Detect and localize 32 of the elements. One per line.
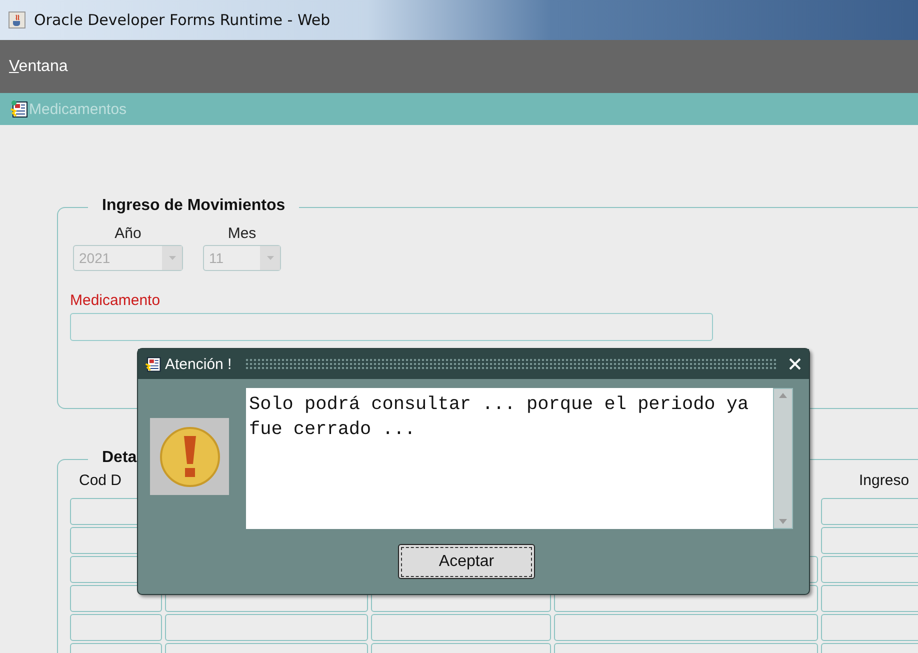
menu-item[interactable]: Ventana [9,58,68,76]
table-cell[interactable] [371,614,551,641]
column-header: Cod D [79,472,122,489]
column-header: Ingreso [859,472,910,489]
form-icon [9,99,29,119]
table-cell[interactable] [821,527,918,554]
dropdown-arrow-icon [266,256,274,260]
table-cell[interactable] [821,556,918,583]
scrollbar[interactable] [773,388,793,529]
table-cell[interactable] [554,614,818,641]
dialog-title: Atención ! [165,356,232,372]
window-title: Oracle Developer Forms Runtime - Web [34,11,330,29]
table-cell[interactable] [165,614,368,641]
group-title: Ingreso de Movimientos [88,197,300,215]
table-cell[interactable] [821,498,918,525]
form-title: Medicamentos [29,100,127,118]
table-cell[interactable] [70,614,162,641]
field-label: Medicamento [70,292,162,309]
form-icon [144,355,162,373]
table-cell[interactable] [821,585,918,612]
input-field[interactable] [70,313,713,341]
message-text: Solo podrá consultar ... porque el periodo ya fue cerrado ... [248,393,750,442]
field-label: Año [114,225,142,242]
scroll-down-icon[interactable] [779,519,787,524]
table-cell[interactable] [821,614,918,641]
accept-button[interactable]: Aceptar [398,544,535,579]
cup-icon [8,11,26,29]
scroll-up-icon[interactable] [779,393,787,398]
field-label: Mes [228,225,256,242]
dropdown-arrow-icon [168,256,176,260]
close-icon[interactable] [789,358,801,370]
warning-icon [150,418,229,495]
